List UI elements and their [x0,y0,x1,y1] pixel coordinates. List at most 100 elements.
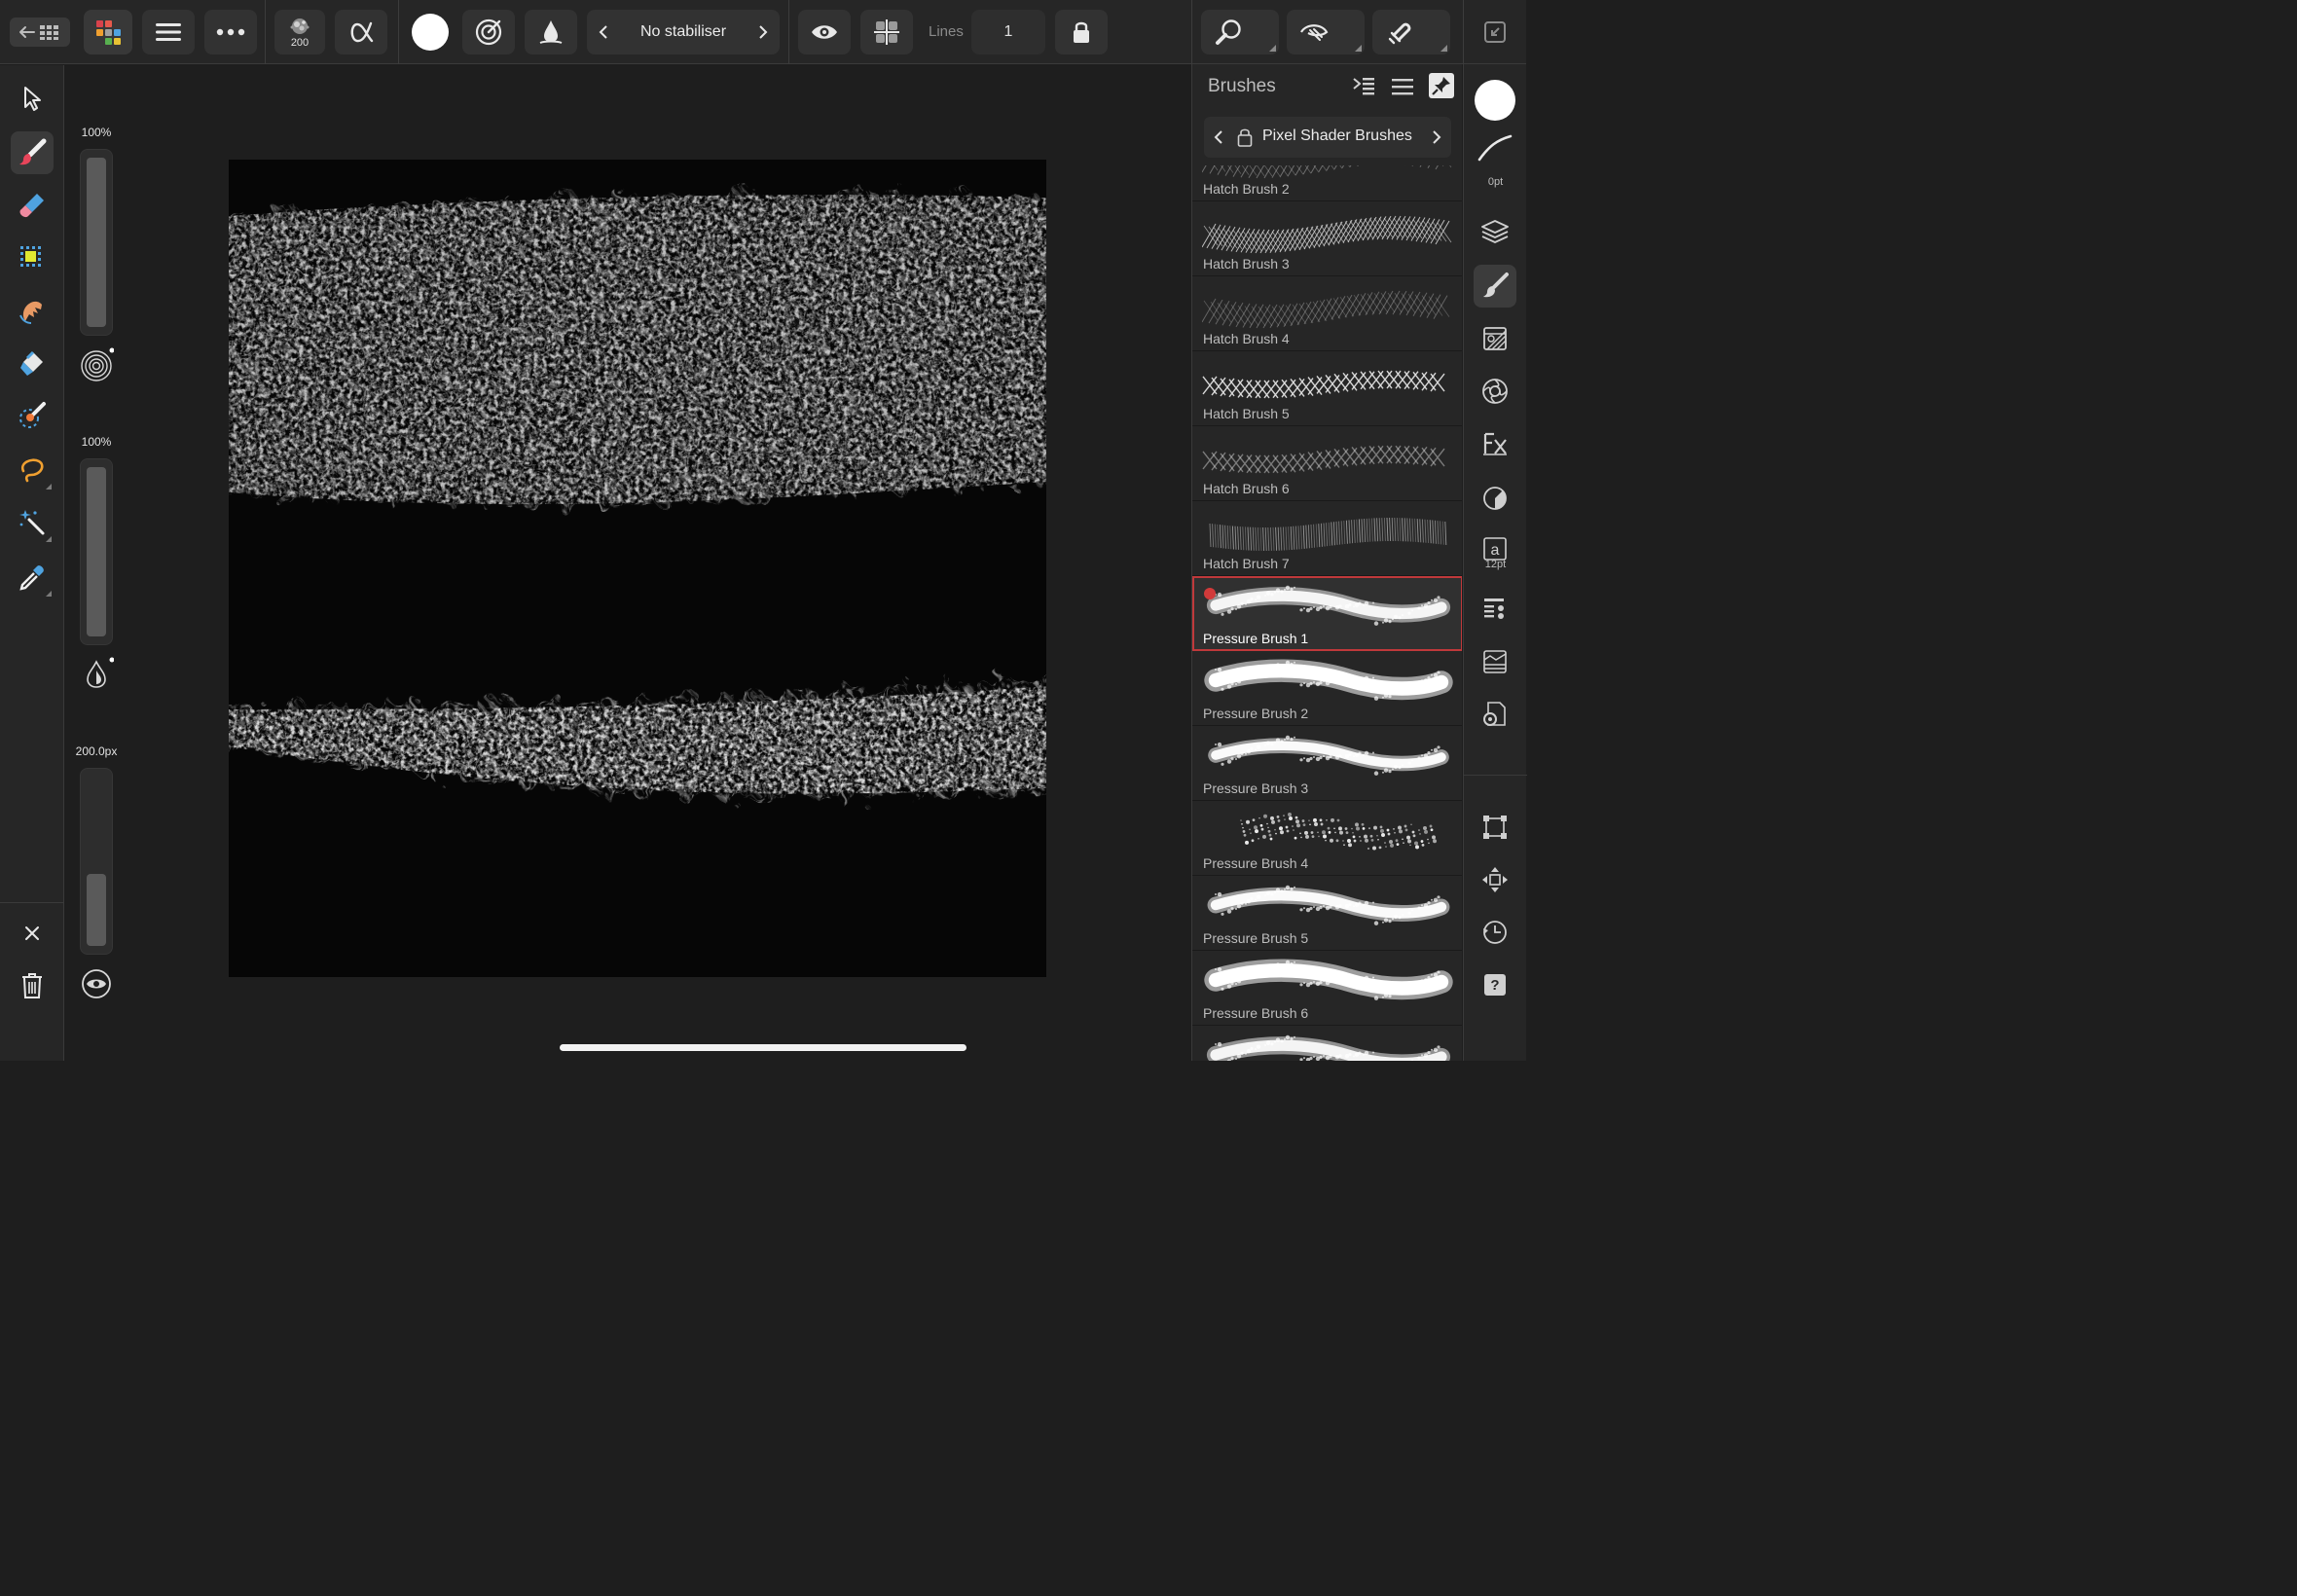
lines-count-field[interactable]: 1 [971,10,1045,54]
menu-button[interactable] [142,10,195,54]
delete-button[interactable] [11,964,54,1007]
primary-color-swatch[interactable] [412,14,449,51]
stock-studio-button[interactable] [1474,640,1516,683]
selection-magic-wand-tool[interactable] [11,501,54,544]
flow-slider[interactable] [80,458,113,645]
width-value-label: 200.0px [75,744,118,758]
erase-brush-tool[interactable] [11,184,54,227]
move-tool[interactable] [11,77,54,120]
zoom-view-button[interactable] [1201,10,1279,54]
lock-button[interactable] [1055,10,1108,54]
brush-item[interactable]: Pressure Brush 4 [1192,801,1462,876]
flow-drop-icon[interactable] [79,657,114,692]
brush-item[interactable]: Hatch Brush 3 [1192,201,1462,276]
blend-mode-button[interactable] [335,10,387,54]
adjustments-studio-button[interactable] [1474,317,1516,360]
alpha-icon [350,21,374,43]
back-to-gallery-button[interactable] [10,18,70,47]
studio-divider [1464,775,1527,776]
chevron-right-icon[interactable] [1432,130,1441,144]
layers-studio-button[interactable] [1474,210,1516,253]
freehand-selection-tool[interactable] [11,449,54,491]
color-studio-button[interactable] [1474,370,1516,413]
tools-divider [0,902,64,903]
protect-alpha-button[interactable] [525,10,577,54]
brush-stroke-preview [1202,370,1445,399]
pixel-tool[interactable] [11,236,54,279]
primary-color-well[interactable] [1475,80,1515,121]
brightness-studio-button[interactable] [1474,477,1516,520]
snapping-button[interactable] [1372,10,1450,54]
transform-studio-button[interactable] [1474,806,1516,849]
canvas-artwork[interactable] [229,160,1046,977]
selected-indicator-dot [1204,588,1216,599]
chevron-left-icon[interactable] [599,24,608,40]
navigator-move-studio-button[interactable] [1474,858,1516,901]
persona-switcher-button[interactable] [84,10,132,54]
fx-studio-button[interactable] [1474,422,1516,465]
paint-bucket-icon [20,350,43,376]
brush-item[interactable]: Pressure Brush 2 [1192,651,1462,726]
brush-item[interactable]: Hatch Brush 2 [1192,165,1462,201]
help-studio-button[interactable]: ? [1474,963,1516,1006]
brush-name: Hatch Brush 3 [1203,256,1290,272]
eyedropper-icon [19,565,44,591]
brush-item-selected[interactable]: Pressure Brush 1 [1192,576,1462,651]
chevron-left-icon[interactable] [1214,130,1223,144]
brushes-studio-button[interactable] [1474,265,1516,308]
document-canvas[interactable] [229,160,1046,977]
visibility-toggle-button[interactable] [798,10,851,54]
symmetry-button[interactable] [860,10,913,54]
brush-stroke-preview [1208,735,1449,776]
assistant-button[interactable] [1287,10,1365,54]
navigator-studio-button[interactable] [1474,588,1516,631]
opacity-slider[interactable] [80,149,113,336]
flood-fill-tool[interactable] [11,342,54,384]
opacity-slider-fill [87,158,106,327]
more-dots-icon [216,28,245,36]
brush-category-selector[interactable]: Pixel Shader Brushes [1204,117,1451,158]
brush-stroke-preview [1204,659,1453,701]
width-slider[interactable] [80,768,113,955]
dropdown-corner-indicator [46,536,52,542]
toolbar-divider [1463,0,1464,64]
brush-item[interactable]: Hatch Brush 7 [1192,501,1462,576]
toolbar-divider [788,0,789,64]
home-indicator[interactable] [560,1044,966,1051]
paint-brush-tool[interactable] [11,131,54,174]
magic-wand-icon [19,510,45,535]
hardness-dial-icon[interactable] [79,966,114,1001]
brush-item[interactable]: Pressure Brush 6 [1192,951,1462,1026]
more-options-button[interactable] [204,10,257,54]
cancel-button[interactable] [11,912,54,955]
hide-ui-button[interactable] [1474,10,1516,54]
brush-item[interactable]: Hatch Brush 6 [1192,426,1462,501]
brush-name: Pressure Brush 5 [1203,930,1309,946]
opacity-dial-icon[interactable] [79,347,114,382]
chevron-right-icon[interactable] [758,24,768,40]
panel-options-icon[interactable] [1352,76,1375,97]
brush-item[interactable]: Hatch Brush 4 [1192,276,1462,351]
color-picker-tool[interactable] [11,556,54,598]
brush-list-clip: Hatch Brush 2 Hatch Brush 3 Hatch Brush 4 H… [1192,165,1462,1061]
wet-edges-button[interactable] [462,10,515,54]
brush-item[interactable]: Pressure Brush 5 [1192,876,1462,951]
transform-box-icon [1483,816,1507,839]
selection-brush-tool[interactable] [11,394,54,437]
smudge-tool[interactable] [11,289,54,332]
pin-panel-button[interactable] [1429,73,1454,98]
toolbar-divider [265,0,266,64]
macros-studio-button[interactable] [1474,693,1516,736]
lock-icon [1074,21,1089,43]
dropdown-corner-indicator [1269,45,1276,52]
selection-brush-icon [19,402,46,428]
brush-item[interactable] [1192,1026,1462,1061]
brush-preview-button[interactable]: 200 [274,10,325,54]
panel-menu-icon[interactable] [1392,78,1413,95]
studio-strip: 0pt a 12pt ? [1463,64,1527,1061]
brush-item[interactable]: Hatch Brush 5 [1192,351,1462,426]
brush-item[interactable]: Pressure Brush 3 [1192,726,1462,801]
stroke-width-icon[interactable] [1476,132,1514,165]
stabiliser-selector[interactable]: No stabiliser [587,10,780,54]
history-studio-button[interactable] [1474,911,1516,954]
